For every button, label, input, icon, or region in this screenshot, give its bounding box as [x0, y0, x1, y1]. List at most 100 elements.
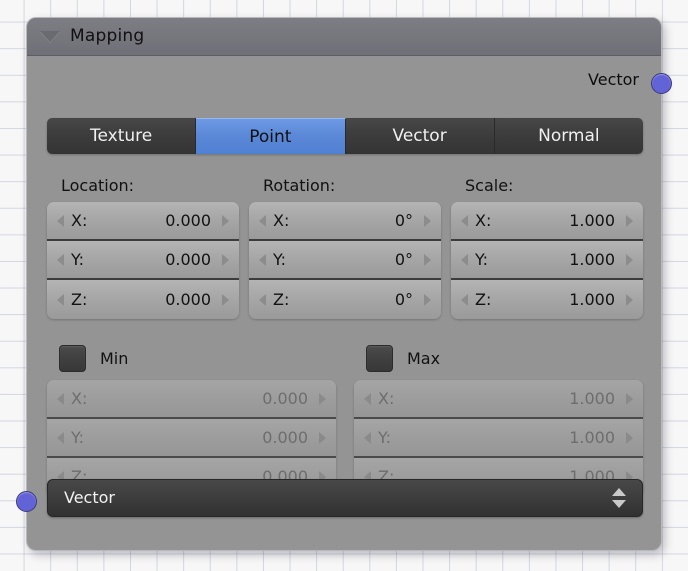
field-value: 1.000 — [569, 389, 615, 408]
rotation-y-field[interactable]: Y: 0° — [249, 241, 441, 280]
spinner-down-icon[interactable] — [612, 500, 626, 508]
location-y-field[interactable]: Y: 0.000 — [47, 241, 239, 280]
increment-arrow-icon[interactable] — [222, 214, 229, 227]
min-x-field: X: 0.000 — [47, 380, 336, 419]
spinner-up-icon[interactable] — [612, 488, 626, 496]
triangle-down-icon[interactable] — [40, 31, 60, 42]
decrement-arrow-icon[interactable] — [57, 253, 64, 266]
tab-texture[interactable]: Texture — [47, 118, 197, 154]
max-y-field: Y: 1.000 — [354, 419, 643, 458]
decrement-arrow-icon[interactable] — [259, 293, 266, 306]
field-value: 0.000 — [165, 211, 211, 230]
vector-type-tabs[interactable]: Texture Point Vector Normal — [47, 118, 643, 154]
tab-point[interactable]: Point — [196, 118, 346, 154]
vector-dropdown-value: Vector — [64, 488, 115, 507]
axis-label: Z: — [475, 290, 492, 309]
axis-label: X: — [71, 211, 88, 230]
field-value: 1.000 — [569, 290, 615, 309]
decrement-arrow-icon — [364, 431, 371, 444]
max-label: Max — [407, 348, 441, 368]
axis-label: Y: — [475, 250, 489, 269]
axis-label: Y: — [378, 428, 392, 447]
increment-arrow-icon[interactable] — [222, 293, 229, 306]
increment-arrow-icon — [626, 392, 633, 405]
decrement-arrow-icon[interactable] — [461, 293, 468, 306]
decrement-arrow-icon — [57, 431, 64, 444]
field-value: 0.000 — [262, 389, 308, 408]
vector-socket-icon-output[interactable] — [651, 73, 672, 94]
clamp-section: Min X: 0.000 Y: 0.000 Z: 0.000 Max X: 1.… — [47, 343, 643, 497]
axis-label: X: — [273, 211, 290, 230]
location-z-field[interactable]: Z: 0.000 — [47, 280, 239, 319]
axis-label: Y: — [71, 428, 85, 447]
location-fields[interactable]: X: 0.000 Y: 0.000 Z: 0.000 — [47, 202, 239, 319]
field-value: 0.000 — [165, 250, 211, 269]
increment-arrow-icon[interactable] — [424, 253, 431, 266]
tab-vector[interactable]: Vector — [345, 118, 495, 154]
rotation-label: Rotation: — [263, 176, 336, 195]
rotation-column: Rotation: X: 0° Y: 0° Z: 0° — [249, 176, 441, 319]
up-down-arrows-icon[interactable] — [612, 487, 626, 511]
tab-normal[interactable]: Normal — [494, 118, 643, 154]
decrement-arrow-icon[interactable] — [57, 293, 64, 306]
field-value: 0° — [394, 290, 413, 309]
decrement-arrow-icon[interactable] — [57, 214, 64, 227]
rotation-fields[interactable]: X: 0° Y: 0° Z: 0° — [249, 202, 441, 319]
min-checkbox-row[interactable]: Min — [47, 343, 336, 373]
transform-columns: Location: X: 0.000 Y: 0.000 Z: 0.000 Rot… — [47, 176, 643, 319]
field-value: 1.000 — [569, 211, 615, 230]
scale-z-field[interactable]: Z: 1.000 — [451, 280, 643, 319]
decrement-arrow-icon — [364, 392, 371, 405]
increment-arrow-icon[interactable] — [424, 214, 431, 227]
max-x-field: X: 1.000 — [354, 380, 643, 419]
location-column: Location: X: 0.000 Y: 0.000 Z: 0.000 — [47, 176, 239, 319]
increment-arrow-icon — [319, 431, 326, 444]
min-label: Min — [100, 348, 129, 368]
increment-arrow-icon[interactable] — [424, 293, 431, 306]
max-checkbox[interactable] — [366, 344, 393, 372]
field-value: 0.000 — [262, 428, 308, 447]
axis-label: X: — [378, 389, 395, 408]
increment-arrow-icon[interactable] — [626, 214, 633, 227]
axis-label: X: — [475, 211, 492, 230]
rotation-z-field[interactable]: Z: 0° — [249, 280, 441, 319]
location-label: Location: — [61, 176, 135, 195]
axis-label: X: — [71, 389, 88, 408]
page-title: Mapping — [70, 26, 145, 46]
vector-socket-icon-input[interactable] — [16, 491, 37, 512]
axis-label: Z: — [273, 290, 290, 309]
field-value: 0° — [394, 211, 413, 230]
output-socket-label: Vector — [588, 70, 639, 89]
field-value: 0.000 — [165, 290, 211, 309]
decrement-arrow-icon[interactable] — [461, 214, 468, 227]
axis-label: Y: — [273, 250, 287, 269]
max-column: Max X: 1.000 Y: 1.000 Z: 1.000 — [354, 343, 643, 497]
scale-label: Scale: — [465, 176, 514, 195]
max-checkbox-row[interactable]: Max — [354, 343, 643, 373]
field-value: 1.000 — [569, 428, 615, 447]
increment-arrow-icon — [626, 431, 633, 444]
decrement-arrow-icon[interactable] — [461, 253, 468, 266]
vector-dropdown[interactable]: Vector — [47, 479, 643, 517]
scale-y-field[interactable]: Y: 1.000 — [451, 241, 643, 280]
increment-arrow-icon[interactable] — [626, 253, 633, 266]
scale-fields[interactable]: X: 1.000 Y: 1.000 Z: 1.000 — [451, 202, 643, 319]
output-socket-row: Vector — [27, 56, 672, 106]
scale-x-field[interactable]: X: 1.000 — [451, 202, 643, 241]
rotation-x-field[interactable]: X: 0° — [249, 202, 441, 241]
node-header[interactable]: Mapping — [27, 18, 661, 56]
min-y-field: Y: 0.000 — [47, 419, 336, 458]
min-checkbox[interactable] — [59, 344, 86, 372]
mapping-node[interactable]: Mapping Vector Texture Point Vector Norm… — [16, 17, 672, 551]
decrement-arrow-icon[interactable] — [259, 253, 266, 266]
vector-input-row: Vector — [47, 479, 643, 517]
location-x-field[interactable]: X: 0.000 — [47, 202, 239, 241]
field-value: 1.000 — [569, 250, 615, 269]
min-column: Min X: 0.000 Y: 0.000 Z: 0.000 — [47, 343, 336, 497]
decrement-arrow-icon[interactable] — [259, 214, 266, 227]
decrement-arrow-icon — [57, 392, 64, 405]
axis-label: Y: — [71, 250, 85, 269]
node-editor-canvas[interactable]: Mapping Vector Texture Point Vector Norm… — [0, 0, 688, 571]
increment-arrow-icon[interactable] — [626, 293, 633, 306]
increment-arrow-icon[interactable] — [222, 253, 229, 266]
